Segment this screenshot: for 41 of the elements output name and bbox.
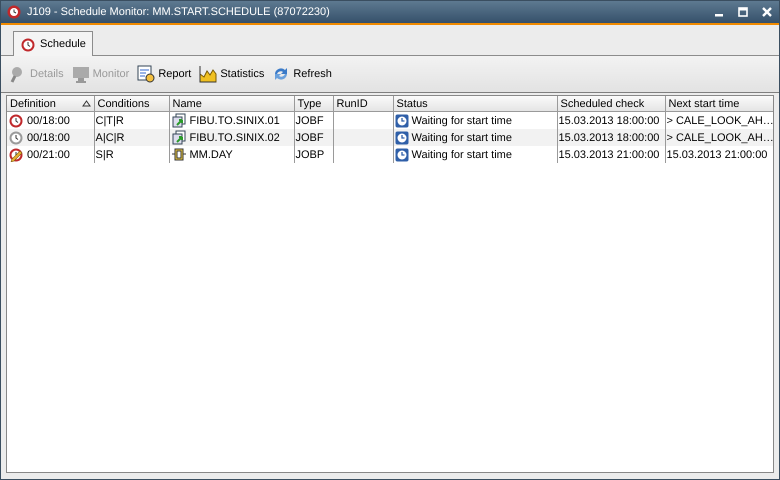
table-cell: 00/21:00 <box>27 148 70 160</box>
close-icon[interactable] <box>761 6 773 18</box>
window-title: J109 - Schedule Monitor: MM.START.SCHEDULE (87072230) <box>27 6 331 18</box>
table-cell: FIBU.TO.SINIX.01 <box>190 114 280 126</box>
toolbar-button[interactable]: Report <box>137 65 192 83</box>
alarm-clock-icon <box>7 5 21 19</box>
table-cell: Waiting for start time <box>412 148 512 160</box>
table-cell: JOBF <box>296 114 324 126</box>
table-cell: JOBF <box>296 132 324 144</box>
column-header[interactable]: Status <box>393 96 557 112</box>
table-cell: 15.03.2013 18:00:00 <box>558 114 660 126</box>
table-cell: A|C|R <box>96 132 124 144</box>
maximize-icon[interactable] <box>737 6 749 18</box>
table-cell: Waiting for start time <box>412 114 512 126</box>
toolbar-button[interactable]: Refresh <box>272 65 332 83</box>
column-header[interactable]: Scheduled check <box>557 96 665 112</box>
toolbar-button[interactable]: Statistics <box>199 65 264 83</box>
table-cell: 15.03.2013 21:00:00 <box>666 148 768 160</box>
table-cell: MM.DAY <box>190 148 233 160</box>
table-cell: S|R <box>96 148 114 160</box>
column-header[interactable]: Next start time <box>665 96 773 112</box>
column-header[interactable]: RunID <box>333 96 393 112</box>
table-cell: FIBU.TO.SINIX.02 <box>190 132 280 144</box>
table-cell: 00/18:00 <box>27 114 70 126</box>
table-cell: Waiting for start time <box>412 132 512 144</box>
table-cell: > CALE_LOOK_AH… <box>666 132 773 144</box>
column-header[interactable]: Conditions <box>94 96 169 112</box>
report-icon <box>137 65 156 83</box>
table-cell: C|T|R <box>96 114 124 126</box>
column-header[interactable]: Name <box>169 96 294 112</box>
monitor-icon <box>72 65 90 83</box>
chart-icon <box>199 65 218 83</box>
column-header[interactable]: Definition <box>7 96 94 112</box>
table-cell: 00/18:00 <box>27 132 70 144</box>
table-cell: 15.03.2013 18:00:00 <box>558 132 660 144</box>
tab[interactable]: Schedule <box>13 31 93 56</box>
column-header[interactable]: Type <box>294 96 333 112</box>
table-cell: 15.03.2013 21:00:00 <box>558 148 660 160</box>
alarm-clock-icon <box>20 36 36 52</box>
table-cell: > CALE_LOOK_AH… <box>666 114 773 126</box>
table-cell: JOBP <box>296 148 324 160</box>
